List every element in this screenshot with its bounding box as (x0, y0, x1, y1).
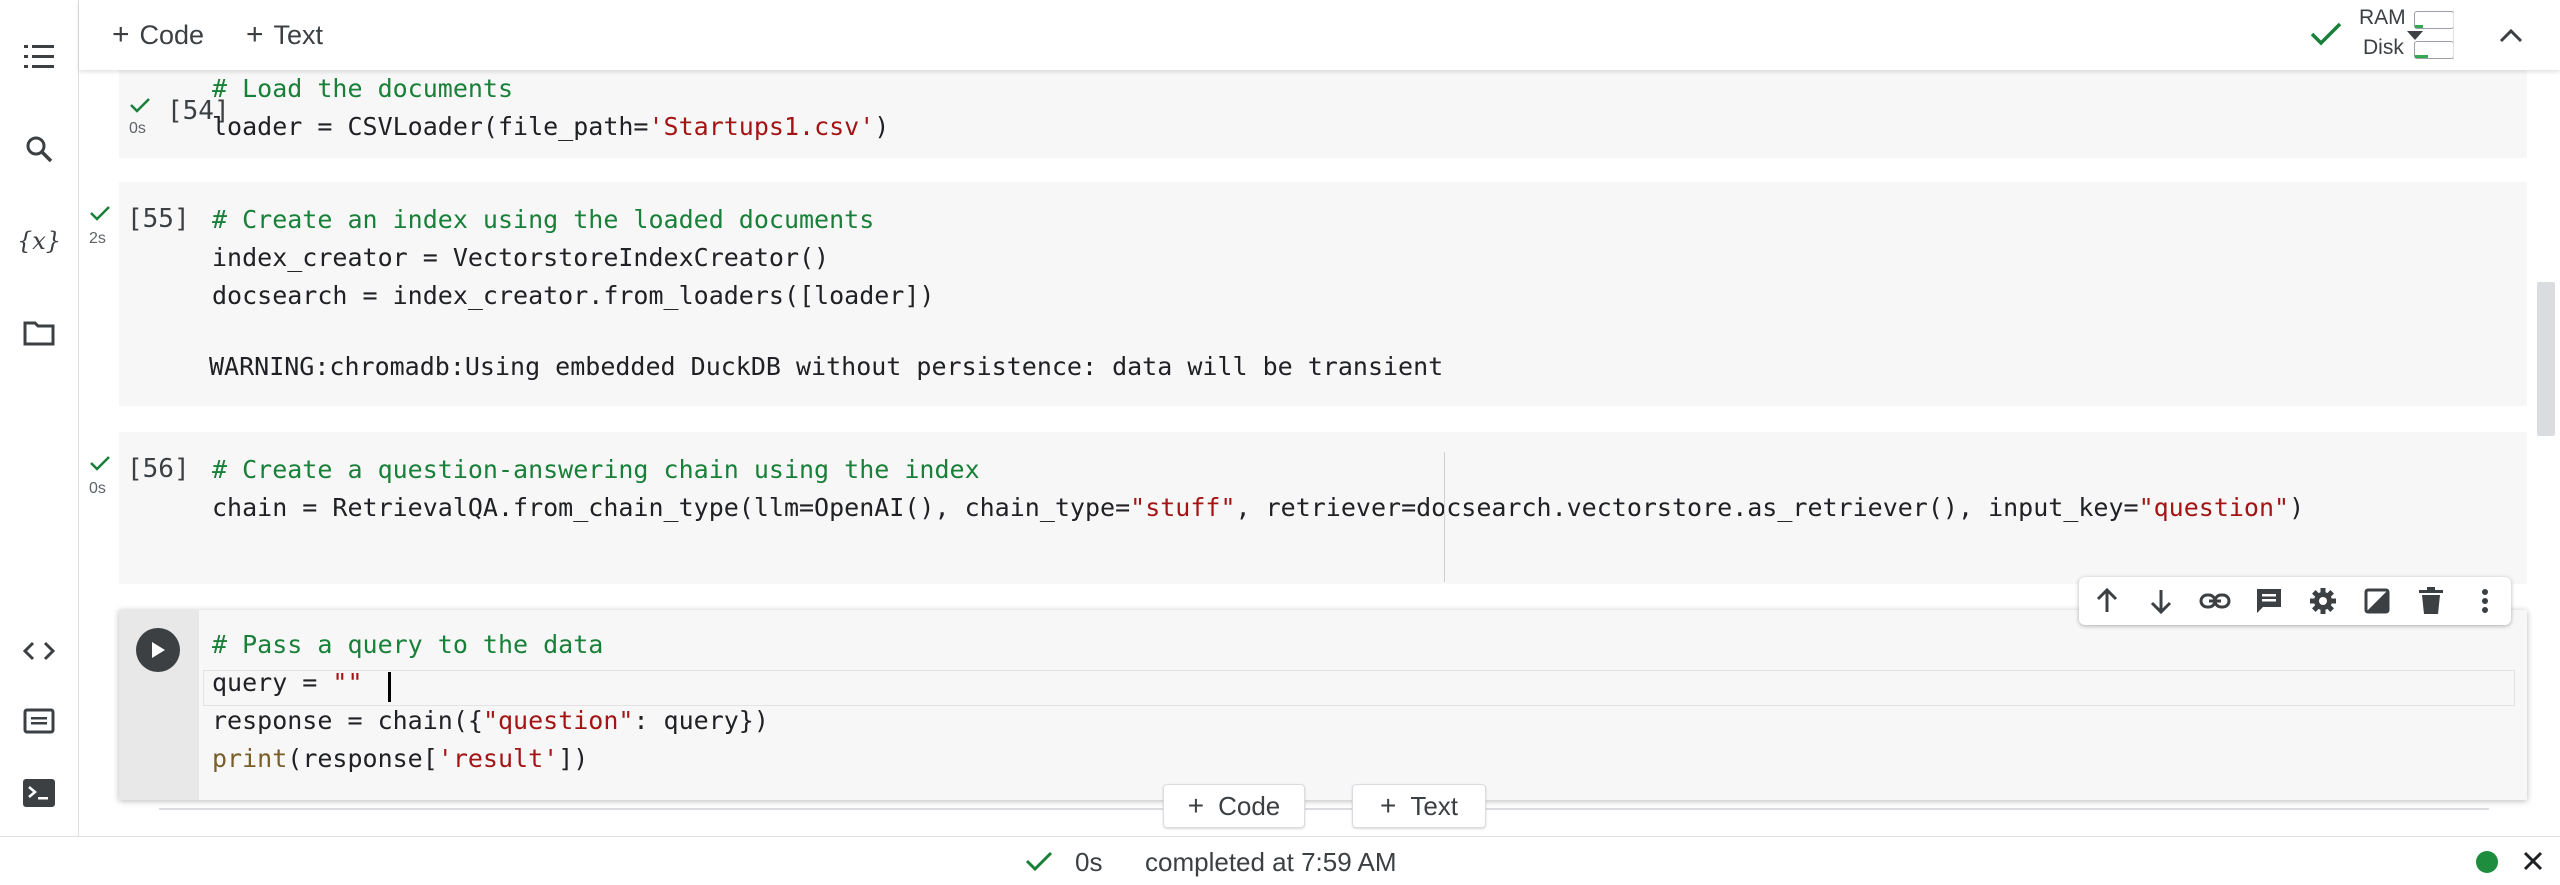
scrollbar-thumb[interactable] (2537, 282, 2555, 436)
code-snippets-icon[interactable] (16, 628, 62, 674)
connected-check-icon (2310, 22, 2342, 46)
svg-text:{x}: {x} (19, 227, 59, 255)
exec-duration: 0s (129, 120, 146, 137)
run-cell-button[interactable] (136, 628, 180, 672)
table-of-contents-icon[interactable] (16, 34, 62, 80)
cell-divider (159, 808, 2489, 810)
resource-monitor[interactable]: RAM Disk (2309, 6, 2469, 64)
scrollbar-track[interactable] (2533, 70, 2560, 836)
add-text-cell-button[interactable]: + Text (246, 16, 323, 54)
move-cell-up-icon[interactable] (2089, 583, 2125, 619)
connection-status-dot (2476, 851, 2498, 873)
settings-gear-icon[interactable] (2305, 583, 2341, 619)
collapse-header-icon[interactable] (2491, 16, 2531, 56)
delete-cell-icon[interactable] (2413, 583, 2449, 619)
cell-code-55[interactable]: # Create an index using the loaded docum… (212, 201, 934, 315)
exec-count: [55] (127, 204, 190, 234)
close-icon[interactable] (2523, 851, 2543, 871)
insert-text-cell-button[interactable]: + Text (1352, 784, 1486, 828)
left-sidebar: {x} (0, 0, 79, 836)
status-bar: 0s completed at 7:59 AM (0, 836, 2560, 885)
executed-check-icon (90, 206, 110, 221)
play-icon (152, 642, 165, 658)
executed-check-icon (130, 98, 150, 113)
cell-code-56[interactable]: # Create a question-answering chain usin… (212, 451, 2304, 527)
toolbar-divider (2453, 10, 2454, 60)
status-message: completed at 7:59 AM (1145, 847, 1397, 877)
line-length-ruler (1444, 452, 1445, 582)
insert-text-label: Text (1410, 790, 1459, 821)
add-comment-icon[interactable] (2251, 583, 2287, 619)
cell-output-warning: WARNING:chromadb:Using embedded DuckDB w… (209, 352, 1444, 381)
runtime-dropdown-icon[interactable] (2397, 18, 2433, 54)
executed-check-icon (90, 456, 110, 471)
cell-code-54[interactable]: # Load the documents loader = CSVLoader(… (212, 70, 889, 146)
exec-count: [56] (127, 454, 190, 484)
mirror-cell-icon[interactable] (2359, 583, 2395, 619)
move-cell-down-icon[interactable] (2143, 583, 2179, 619)
notebook-toolbar: + Code + Text RAM Disk (79, 0, 2560, 70)
add-text-label: Text (273, 19, 324, 50)
status-duration: 0s (1075, 847, 1103, 877)
notebook-cells: 0s [54] # Load the documents loader = CS… (79, 70, 2533, 836)
active-code-cell[interactable]: # Pass a query to the data query = "" re… (119, 610, 2527, 800)
terminal-icon[interactable] (16, 770, 62, 816)
success-check-icon (1025, 851, 1053, 872)
add-code-cell-button[interactable]: + Code (112, 16, 204, 54)
search-icon[interactable] (16, 126, 62, 172)
exec-duration: 2s (89, 230, 106, 247)
insert-code-cell-button[interactable]: + Code (1163, 784, 1305, 828)
plus-icon: + (112, 18, 130, 51)
plus-icon: + (1379, 790, 1397, 821)
active-cell-editor[interactable]: # Pass a query to the data query = "" re… (212, 626, 769, 778)
insert-code-label: Code (1218, 790, 1281, 821)
more-options-icon[interactable] (2467, 583, 2503, 619)
add-code-label: Code (139, 19, 205, 50)
cell-toolbar (2079, 577, 2511, 625)
plus-icon: + (246, 18, 264, 51)
plus-icon: + (1187, 790, 1205, 821)
exec-duration: 0s (89, 480, 106, 497)
variables-icon[interactable]: {x} (16, 218, 62, 264)
link-to-cell-icon[interactable] (2197, 583, 2233, 619)
cell-gutter (119, 610, 199, 800)
command-palette-icon[interactable] (16, 698, 62, 744)
text-cursor (388, 672, 391, 702)
files-folder-icon[interactable] (16, 310, 62, 356)
